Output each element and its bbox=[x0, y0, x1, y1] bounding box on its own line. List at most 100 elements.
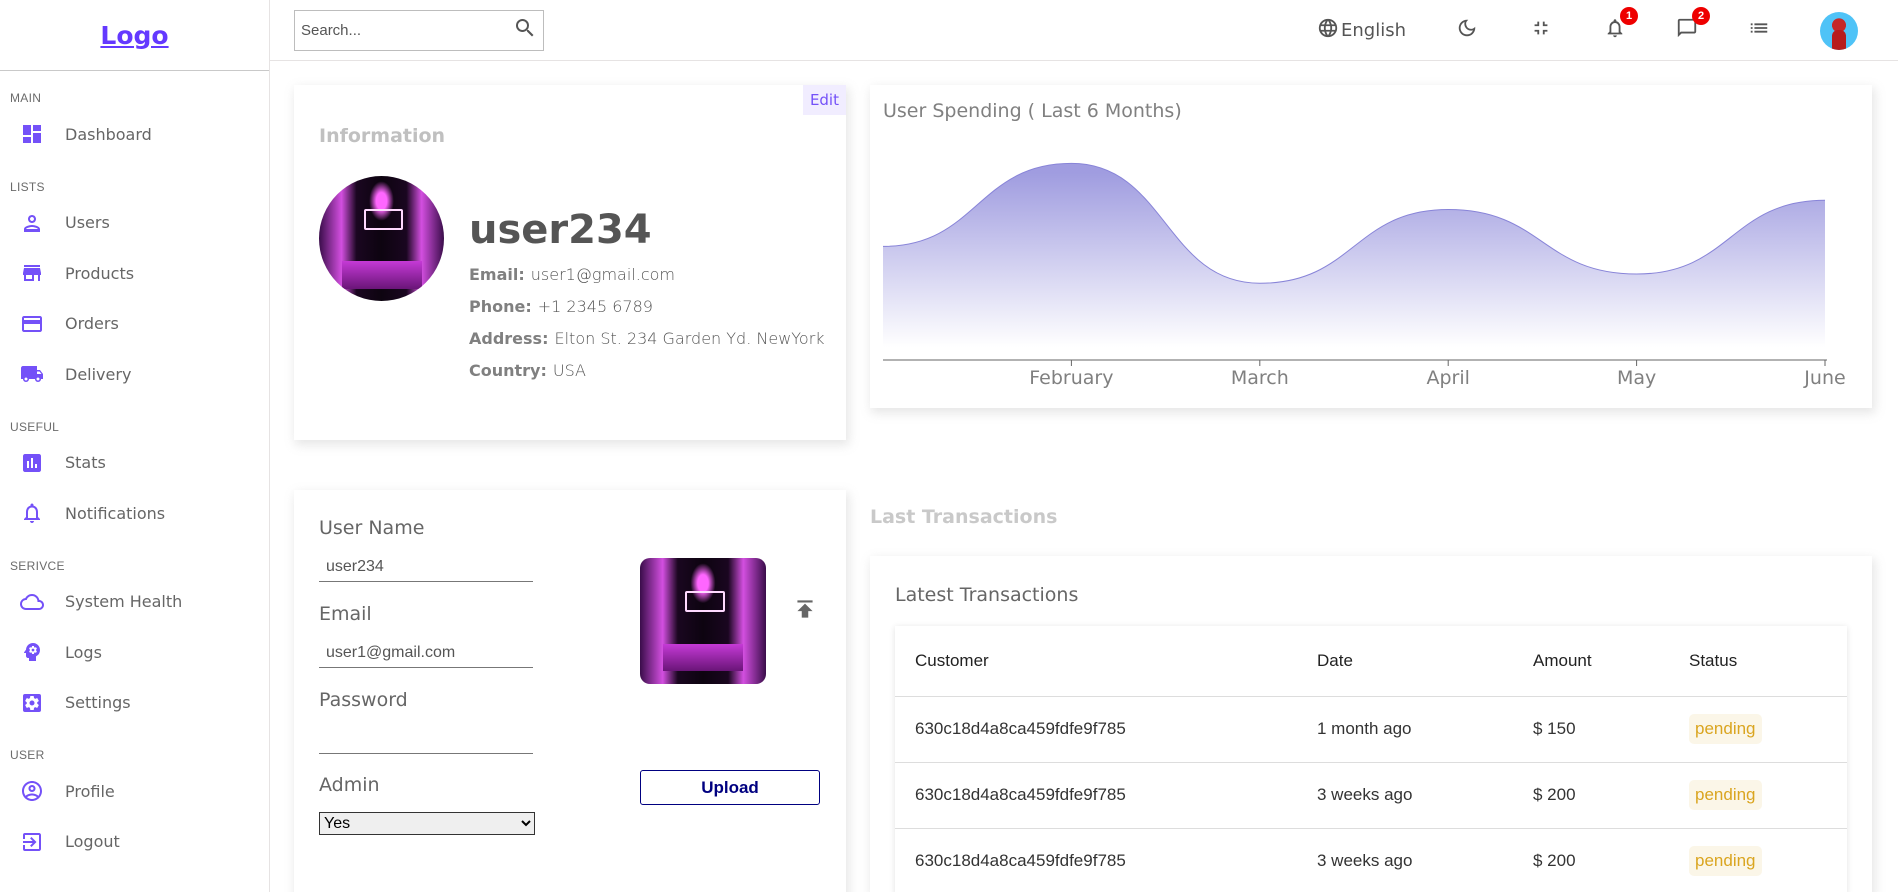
truck-icon bbox=[19, 361, 45, 387]
date-cell: 3 weeks ago bbox=[1297, 828, 1513, 892]
last-transactions-title: Last Transactions bbox=[870, 506, 1058, 528]
upload-preview-image bbox=[640, 558, 766, 684]
sidebar-item-products[interactable]: Products bbox=[10, 248, 269, 299]
sidebar-item-orders[interactable]: Orders bbox=[10, 299, 269, 350]
notifications-button[interactable]: 1 bbox=[1604, 7, 1638, 44]
email-value: user1@gmail.com bbox=[530, 265, 675, 284]
main-content: English 1 2 bbox=[270, 0, 1898, 892]
amount-cell: $ 150 bbox=[1513, 696, 1669, 763]
sidebar-item-label: Notifications bbox=[65, 503, 166, 523]
amount-cell: $ 200 bbox=[1513, 762, 1669, 829]
bell-icon bbox=[19, 500, 45, 526]
user-avatar[interactable] bbox=[1820, 11, 1858, 50]
upload-icon[interactable] bbox=[792, 596, 818, 622]
messages-button[interactable]: 2 bbox=[1676, 7, 1710, 44]
spending-area bbox=[883, 163, 1825, 357]
sidebar-item-label: Logout bbox=[65, 832, 120, 852]
x-axis-tick-label: February bbox=[1029, 367, 1113, 389]
status-badge: pending bbox=[1689, 780, 1762, 810]
header-customer: Customer bbox=[895, 626, 1297, 697]
sidebar-item-label: Users bbox=[65, 213, 110, 233]
status-cell: pending bbox=[1669, 696, 1847, 763]
sidebar-item-profile[interactable]: Profile bbox=[10, 766, 269, 817]
spending-chart-card: User Spending ( Last 6 Months) February M… bbox=[870, 85, 1872, 408]
avatar-image bbox=[1820, 11, 1858, 50]
search-icon[interactable] bbox=[513, 16, 537, 45]
person-icon bbox=[19, 210, 45, 236]
sidebar: Logo MAIN Dashboard LISTS Users Products Orde… bbox=[0, 0, 270, 892]
language-selector[interactable]: English bbox=[1317, 17, 1406, 44]
country-value: USA bbox=[552, 361, 586, 380]
phone-row: Phone: +1 2345 6789 bbox=[469, 297, 825, 316]
cloud-icon bbox=[19, 589, 45, 615]
search-box bbox=[294, 9, 544, 51]
email-row: Email: user1@gmail.com bbox=[469, 265, 825, 284]
language-label: English bbox=[1341, 20, 1406, 41]
table-row[interactable]: 630c18d4a8ca459fdfe9f785 1 month ago $ 1… bbox=[895, 696, 1847, 763]
dark-mode-toggle[interactable] bbox=[1456, 17, 1478, 44]
status-badge: pending bbox=[1689, 714, 1762, 744]
sidebar-item-label: Delivery bbox=[65, 364, 132, 384]
sidebar-item-settings[interactable]: Settings bbox=[10, 678, 269, 729]
credit-card-icon bbox=[19, 311, 45, 337]
latest-transactions-title: Latest Transactions bbox=[895, 584, 1079, 606]
address-key: Address: bbox=[469, 329, 549, 348]
list-menu-button[interactable] bbox=[1748, 17, 1770, 44]
username-input[interactable] bbox=[319, 552, 533, 582]
transactions-table: Customer Date Amount Status 630c18d4a8ca… bbox=[895, 626, 1847, 892]
fullscreen-toggle[interactable] bbox=[1530, 17, 1552, 44]
spending-chart: February March April May June bbox=[882, 162, 1846, 389]
email-label: Email bbox=[319, 603, 372, 625]
address-row: Address: Elton St. 234 Garden Yd. NewYork bbox=[469, 329, 825, 348]
admin-label: Admin bbox=[319, 774, 380, 796]
sidebar-item-logout[interactable]: Logout bbox=[10, 817, 269, 868]
sidebar-item-dashboard[interactable]: Dashboard bbox=[10, 109, 269, 160]
transactions-card: Latest Transactions Customer Date Amount… bbox=[870, 556, 1872, 892]
sidebar-item-label: Settings bbox=[65, 693, 131, 713]
table-row[interactable]: 630c18d4a8ca459fdfe9f785 3 weeks ago $ 2… bbox=[895, 828, 1847, 892]
sidebar-section-title: MAIN bbox=[10, 91, 42, 105]
navbar-items: English 1 2 bbox=[1317, 0, 1858, 61]
status-cell: pending bbox=[1669, 762, 1847, 829]
notifications-badge: 1 bbox=[1620, 7, 1638, 25]
password-input[interactable] bbox=[319, 724, 533, 754]
globe-icon bbox=[1317, 17, 1339, 44]
email-input[interactable] bbox=[319, 638, 533, 668]
table-row[interactable]: 630c18d4a8ca459fdfe9f785 3 weeks ago $ 2… bbox=[895, 762, 1847, 829]
phone-key: Phone: bbox=[469, 297, 532, 316]
messages-badge: 2 bbox=[1692, 7, 1710, 25]
x-axis-tick-label: June bbox=[1803, 367, 1845, 389]
amount-cell: $ 200 bbox=[1513, 828, 1669, 892]
sidebar-item-system-health[interactable]: System Health bbox=[10, 577, 269, 628]
fullscreen-exit-icon bbox=[1530, 17, 1552, 44]
sidebar-item-users[interactable]: Users bbox=[10, 198, 269, 249]
customer-cell: 630c18d4a8ca459fdfe9f785 bbox=[895, 828, 1297, 892]
sidebar-section-title: USER bbox=[10, 748, 45, 762]
moon-icon bbox=[1456, 17, 1478, 44]
sidebar-item-logs[interactable]: Logs bbox=[10, 627, 269, 678]
sidebar-item-notifications[interactable]: Notifications bbox=[10, 488, 269, 539]
header-amount: Amount bbox=[1513, 626, 1669, 697]
sidebar-item-delivery[interactable]: Delivery bbox=[10, 349, 269, 400]
address-value: Elton St. 234 Garden Yd. NewYork bbox=[554, 329, 825, 348]
logout-icon bbox=[19, 829, 45, 855]
admin-select[interactable]: Yes bbox=[319, 812, 535, 835]
x-axis-tick-label: April bbox=[1426, 367, 1469, 389]
information-title: Information bbox=[319, 125, 446, 147]
customer-cell: 630c18d4a8ca459fdfe9f785 bbox=[895, 696, 1297, 763]
sidebar-item-label: Profile bbox=[65, 781, 115, 801]
username-heading: user234 bbox=[469, 207, 652, 253]
bar-chart-icon bbox=[19, 450, 45, 476]
x-axis-tick-label: May bbox=[1617, 367, 1656, 389]
table-header-row: Customer Date Amount Status bbox=[895, 626, 1847, 697]
upload-button[interactable]: Upload bbox=[640, 770, 820, 805]
logo-area: Logo bbox=[0, 0, 269, 71]
store-icon bbox=[19, 260, 45, 286]
edit-user-form: User Name Email Password Admin Yes Uploa… bbox=[294, 490, 846, 892]
sidebar-item-stats[interactable]: Stats bbox=[10, 438, 269, 489]
header-status: Status bbox=[1669, 626, 1847, 697]
logo-link[interactable]: Logo bbox=[100, 21, 168, 50]
search-input[interactable] bbox=[301, 21, 513, 39]
gear-icon bbox=[19, 690, 45, 716]
edit-button[interactable]: Edit bbox=[802, 85, 846, 115]
